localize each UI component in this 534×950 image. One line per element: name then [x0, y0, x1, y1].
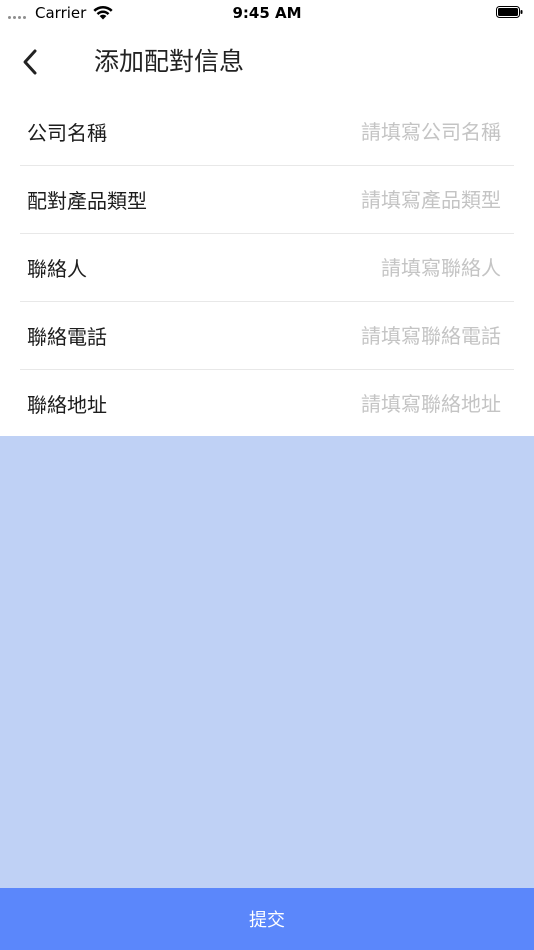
- form-row-product-type: 配對產品類型: [20, 166, 514, 234]
- battery-icon: [496, 6, 523, 18]
- contact-address-input[interactable]: [251, 391, 514, 416]
- contact-address-label: 聯絡地址: [27, 393, 107, 417]
- clock-time: 9:45 AM: [232, 4, 302, 22]
- product-type-input[interactable]: [251, 187, 514, 212]
- back-button[interactable]: [10, 40, 50, 84]
- form-row-contact-address: 聯絡地址: [20, 370, 514, 438]
- form-row-company-name: 公司名稱: [20, 98, 514, 166]
- contact-phone-input[interactable]: [251, 323, 514, 348]
- navigation-bar: 添加配對信息: [0, 26, 534, 98]
- page-title: 添加配對信息: [94, 47, 245, 76]
- submit-button[interactable]: 提交: [0, 888, 534, 950]
- contact-person-input[interactable]: [251, 255, 514, 280]
- company-name-input[interactable]: [251, 119, 514, 144]
- contact-person-label: 聯絡人: [27, 257, 87, 281]
- form-row-contact-phone: 聯絡電話: [20, 302, 514, 370]
- contact-phone-label: 聯絡電話: [27, 325, 107, 349]
- pairing-form: 公司名稱 配對產品類型 聯絡人 聯絡電話 聯絡地址: [0, 98, 534, 438]
- product-type-label: 配對產品類型: [27, 189, 147, 213]
- content-panel: [0, 436, 534, 888]
- chevron-left-icon: [23, 49, 37, 75]
- status-bar: Carrier 9:45 AM: [0, 0, 534, 26]
- form-row-contact-person: 聯絡人: [20, 234, 514, 302]
- company-name-label: 公司名稱: [27, 121, 107, 145]
